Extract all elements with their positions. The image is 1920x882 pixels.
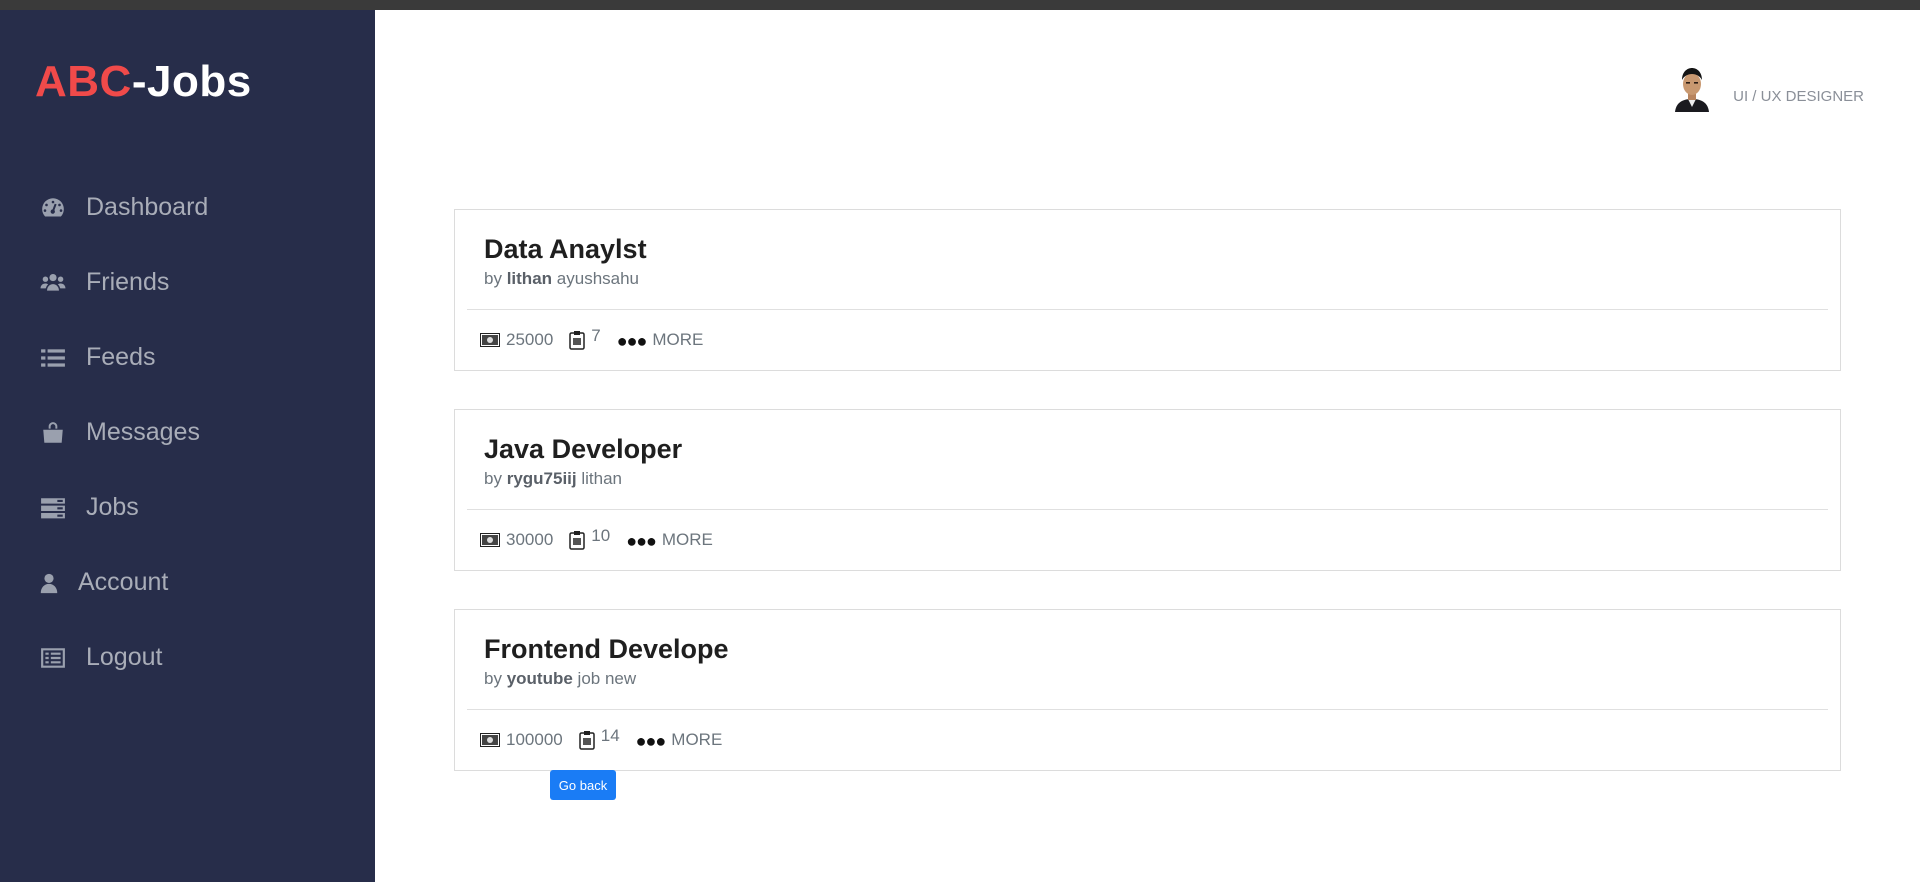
applicant-count: 10 xyxy=(591,525,611,545)
job-meta: 25000 7 ●●● MORE xyxy=(480,326,703,351)
sidebar-item-jobs[interactable]: Jobs xyxy=(38,470,208,545)
more-link[interactable]: MORE xyxy=(671,730,722,750)
server-icon xyxy=(38,493,68,523)
job-byline: by youtube job new xyxy=(484,669,636,689)
dashboard-icon xyxy=(38,193,68,223)
byline-prefix: by xyxy=(484,269,502,288)
clipboard-icon xyxy=(569,330,586,350)
sidebar-item-label: Jobs xyxy=(86,493,139,521)
job-company: job new xyxy=(577,669,637,688)
job-byline: by lithan ayushsahu xyxy=(484,269,639,289)
user-icon xyxy=(38,568,60,598)
salary-value: 100000 xyxy=(506,729,563,749)
sidebar-item-messages[interactable]: Messages xyxy=(38,395,208,470)
list-icon xyxy=(38,343,68,373)
card-divider xyxy=(467,709,1828,710)
more-dots-icon: ●●● xyxy=(616,331,648,351)
salary-value: 25000 xyxy=(506,329,554,349)
job-meta: 30000 10 ●●● MORE xyxy=(480,526,713,551)
applicant-count: 14 xyxy=(600,725,620,745)
job-title[interactable]: Java Developer xyxy=(484,434,682,465)
applicants: 10 xyxy=(569,526,610,550)
job-byline: by rygu75iij lithan xyxy=(484,469,622,489)
go-back-button[interactable]: Go back xyxy=(550,770,616,800)
job-author: rygu75iij xyxy=(506,469,577,488)
job-author: lithan xyxy=(506,269,553,288)
money-icon xyxy=(480,732,500,747)
sidebar-item-dashboard[interactable]: Dashboard xyxy=(38,170,208,245)
salary-value: 30000 xyxy=(506,529,554,549)
salary: 30000 xyxy=(480,530,553,550)
applicants: 14 xyxy=(578,726,620,750)
job-title[interactable]: Frontend Develope xyxy=(484,634,729,665)
brand-name-part1: ABC xyxy=(35,57,132,106)
users-icon xyxy=(38,268,68,298)
applicants: 7 xyxy=(569,326,601,350)
brand-logo[interactable]: ABC-Jobs xyxy=(35,60,252,104)
job-list: Data Anaylst by lithan ayushsahu 25000 7… xyxy=(454,209,1841,809)
avatar[interactable] xyxy=(1669,62,1716,112)
byline-prefix: by xyxy=(484,669,502,688)
sidebar-item-feeds[interactable]: Feeds xyxy=(38,320,208,395)
sidebar-item-account[interactable]: Account xyxy=(38,545,208,620)
more-dots-icon: ●●● xyxy=(635,731,667,751)
job-card[interactable]: Data Anaylst by lithan ayushsahu 25000 7… xyxy=(454,209,1841,371)
job-card[interactable]: Java Developer by rygu75iij lithan 30000… xyxy=(454,409,1841,571)
job-company: lithan xyxy=(581,469,622,488)
clipboard-icon xyxy=(569,530,586,550)
sidebar-item-friends[interactable]: Friends xyxy=(38,245,208,320)
user-profile[interactable]: UI / UX DESIGNER xyxy=(1669,62,1864,112)
sidebar-nav: Dashboard Friends Feeds Messages Jobs Ac… xyxy=(38,170,208,695)
job-author: youtube xyxy=(506,669,573,688)
sidebar-item-label: Friends xyxy=(86,268,170,296)
more-link[interactable]: MORE xyxy=(662,530,713,550)
applicant-count: 7 xyxy=(591,325,601,345)
card-divider xyxy=(467,509,1828,510)
sidebar-item-label: Account xyxy=(78,568,169,596)
byline-prefix: by xyxy=(484,469,502,488)
brand-name-part2: -Jobs xyxy=(131,57,252,106)
job-company: ayushsahu xyxy=(556,269,640,288)
more-dots-icon: ●●● xyxy=(626,531,657,551)
sidebar: ABC-Jobs Dashboard Friends Feeds Message… xyxy=(0,10,375,882)
logout-icon xyxy=(38,643,68,673)
job-card[interactable]: Frontend Develope by youtube job new 100… xyxy=(454,609,1841,771)
sidebar-item-label: Messages xyxy=(86,418,200,446)
job-meta: 100000 14 ●●● MORE xyxy=(480,726,722,751)
money-icon xyxy=(480,532,500,547)
shopping-bag-icon xyxy=(38,418,68,448)
salary: 25000 xyxy=(480,330,553,350)
money-icon xyxy=(480,332,500,347)
job-title[interactable]: Data Anaylst xyxy=(484,234,647,265)
window-top-bar xyxy=(0,0,1920,10)
clipboard-icon xyxy=(578,730,595,750)
sidebar-item-label: Feeds xyxy=(86,343,156,371)
sidebar-item-label: Dashboard xyxy=(86,193,209,221)
user-role: UI / UX DESIGNER xyxy=(1733,87,1864,105)
card-divider xyxy=(467,309,1828,310)
sidebar-item-logout[interactable]: Logout xyxy=(38,620,208,695)
sidebar-item-label: Logout xyxy=(86,643,163,671)
salary: 100000 xyxy=(480,730,563,750)
more-link[interactable]: MORE xyxy=(652,330,703,350)
